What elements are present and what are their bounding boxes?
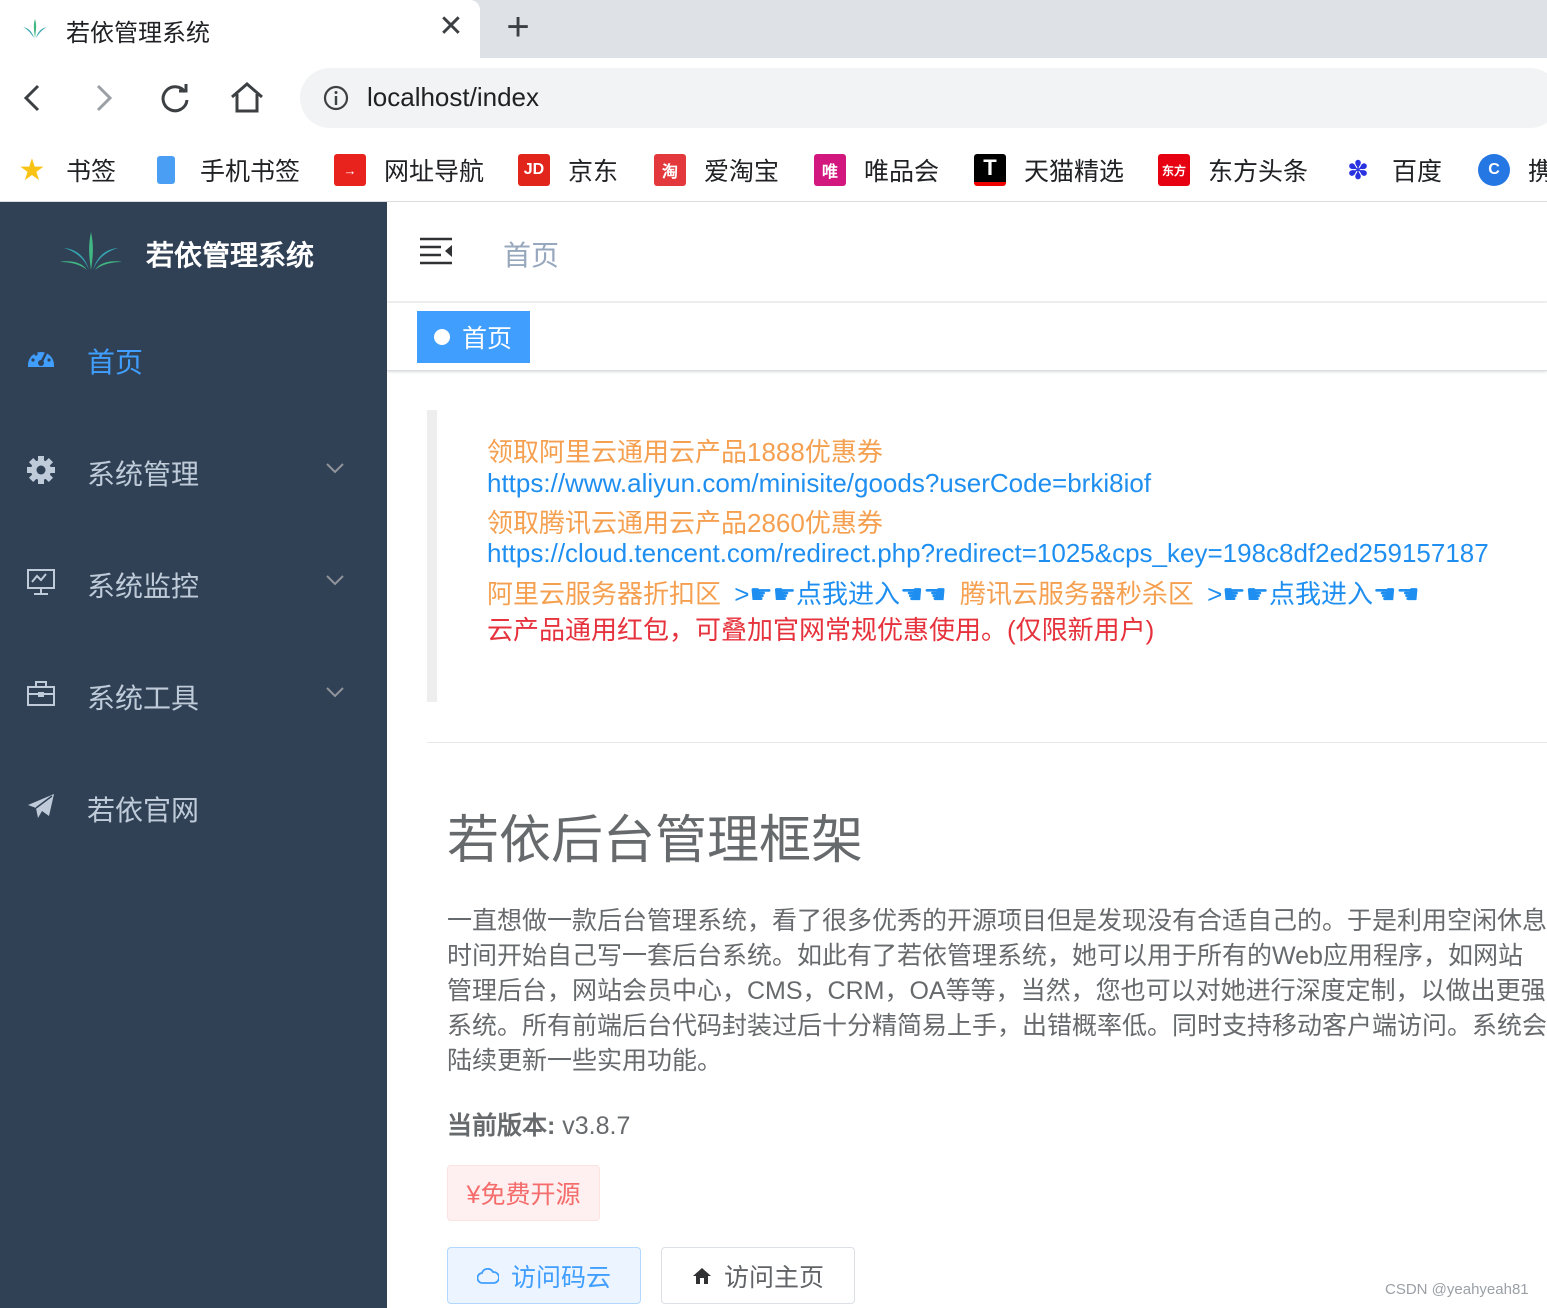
main-content: 首页 首页 领取阿里云通用云产品1888优惠券 https://www.aliy… [387, 202, 1547, 1308]
paper-plane-icon [28, 794, 54, 818]
vip-icon: 唯 [814, 154, 846, 186]
aliyun-coupon-title[interactable]: 领取阿里云通用云产品1888优惠券 [487, 432, 883, 469]
button-label: 访问主页 [723, 1263, 824, 1292]
sidebar-item-label: 首页 [87, 347, 144, 378]
breadcrumb[interactable]: 首页 [503, 234, 559, 274]
sidebar-item-label: 若依官网 [87, 795, 200, 826]
forward-icon[interactable] [84, 78, 124, 118]
free-open-source-tag: ¥免费开源 [447, 1165, 600, 1221]
bookmark-item[interactable]: 淘 爱淘宝 [654, 150, 779, 190]
url-text[interactable]: localhost/index [367, 82, 539, 113]
site-info-icon[interactable] [322, 84, 350, 112]
bookmark-item[interactable]: → 网址导航 [334, 150, 484, 190]
sidebar-item-website[interactable]: 若依官网 [0, 767, 387, 847]
watermark: CSDN @yeahyeah81 [1385, 1281, 1529, 1298]
version-value: v3.8.7 [555, 1112, 631, 1140]
sidebar-item-home[interactable]: 首页 [0, 319, 387, 399]
tencent-coupon-link[interactable]: https://cloud.tencent.com/redirect.php?r… [487, 538, 1489, 569]
tencent-zone-link[interactable]: >☛☛点我进入☚☚ [1207, 579, 1419, 609]
toolbox-icon [27, 681, 55, 706]
version-label: 当前版本: [447, 1112, 556, 1140]
tencent-coupon-title[interactable]: 领取腾讯云通用云产品2860优惠券 [487, 503, 883, 540]
gear-icon [27, 456, 55, 484]
sidebar-item-label: 系统工具 [87, 683, 200, 714]
ruoyi-logo-icon [60, 232, 122, 270]
bookmark-item[interactable]: ✽ 百度 [1342, 150, 1442, 190]
bookmarks-bar: ★ 书签 手机书签 → 网址导航 JD 京东 淘 爱淘宝 唯 唯品会 T 天猫精… [0, 138, 1547, 202]
jd-icon: JD [518, 154, 550, 186]
version-line: 当前版本: v3.8.7 [447, 1106, 630, 1142]
server-zone-line: 阿里云服务器折扣区 >☛☛点我进入☚☚ 腾讯云服务器秒杀区 >☛☛点我进入☚☚ [487, 574, 1420, 611]
ctrip-icon: C [1478, 154, 1510, 186]
tag-home[interactable]: 首页 [417, 311, 531, 363]
bookmark-item[interactable]: ★ 书签 [16, 150, 116, 190]
sidebar-item-system[interactable]: 系统管理 [0, 431, 387, 511]
dongfang-icon: 东方 [1158, 154, 1190, 186]
tag-label: 首页 [462, 325, 513, 353]
red-packet-notice: 云产品通用红包，可叠加官网常规优惠使用。(仅限新用户) [487, 615, 1155, 645]
sidebar-title: 若依管理系统 [146, 240, 315, 271]
sidebar-item-tools[interactable]: 系统工具 [0, 655, 387, 735]
ruoyi-favicon-icon [23, 19, 47, 38]
button-label: 访问码云 [510, 1263, 611, 1292]
visit-homepage-button[interactable]: 访问主页 [661, 1247, 855, 1304]
bookmark-item[interactable]: T 天猫精选 [974, 150, 1124, 190]
visit-gitee-button[interactable]: 访问码云 [447, 1247, 641, 1304]
taobao-icon: 淘 [654, 154, 686, 186]
chevron-down-icon [326, 687, 344, 698]
dashboard-icon [28, 352, 54, 367]
reload-icon[interactable] [155, 78, 195, 118]
hamburger-icon[interactable] [419, 236, 453, 266]
tab-close-icon[interactable]: ✕ [436, 12, 466, 42]
back-icon[interactable] [12, 78, 52, 118]
nav-site-icon: → [334, 154, 366, 186]
aliyun-zone-link[interactable]: >☛☛点我进入☚☚ [734, 579, 946, 609]
home-icon [692, 1267, 711, 1284]
promo-block: 领取阿里云通用云产品1888优惠券 https://www.aliyun.com… [427, 410, 1547, 702]
bookmark-item[interactable]: 手机书签 [150, 150, 300, 190]
bookmark-item[interactable]: C 携 [1478, 150, 1547, 190]
divider [427, 742, 1547, 743]
sidebar: 若依管理系统 首页 系统管理 系统监控 系统工具 若依官网 [0, 202, 387, 1308]
navbar: 首页 [387, 202, 1547, 302]
browser-tab-strip: 若依管理系统 ✕ + [0, 0, 1547, 58]
framework-title: 若依后台管理框架 [447, 812, 864, 870]
browser-tab[interactable]: 若依管理系统 ✕ [0, 0, 480, 58]
new-tab-icon[interactable]: + [500, 7, 536, 48]
cloud-icon [476, 1267, 499, 1284]
tab-title: 若依管理系统 [66, 20, 210, 47]
chevron-down-icon [326, 575, 344, 586]
active-dot-icon [434, 329, 450, 345]
chevron-down-icon [326, 463, 344, 474]
bookmark-item[interactable]: JD 京东 [518, 150, 618, 190]
bookmark-item[interactable]: 唯 唯品会 [814, 150, 939, 190]
aliyun-zone-label[interactable]: 阿里云服务器折扣区 [487, 579, 721, 609]
framework-description: 一直想做一款后台管理系统，看了很多优秀的开源项目但是发现没有合适自己的。于是利用… [447, 907, 1547, 1075]
phone-icon [150, 154, 182, 186]
bookmark-item[interactable]: 东方 东方头条 [1158, 150, 1308, 190]
sidebar-item-monitor[interactable]: 系统监控 [0, 543, 387, 623]
monitor-icon [27, 569, 55, 595]
sidebar-item-label: 系统监控 [87, 571, 200, 602]
browser-toolbar: localhost/index [0, 58, 1547, 138]
star-icon: ★ [18, 153, 46, 187]
tencent-zone-label[interactable]: 腾讯云服务器秒杀区 [960, 579, 1194, 609]
tmall-icon: T [974, 154, 1006, 186]
sidebar-item-label: 系统管理 [87, 459, 200, 490]
aliyun-coupon-link[interactable]: https://www.aliyun.com/minisite/goods?us… [487, 468, 1151, 499]
address-bar[interactable]: localhost/index [300, 68, 1547, 128]
home-icon[interactable] [227, 78, 267, 118]
baidu-icon: ✽ [1347, 154, 1369, 185]
tags-view: 首页 [387, 303, 1547, 371]
